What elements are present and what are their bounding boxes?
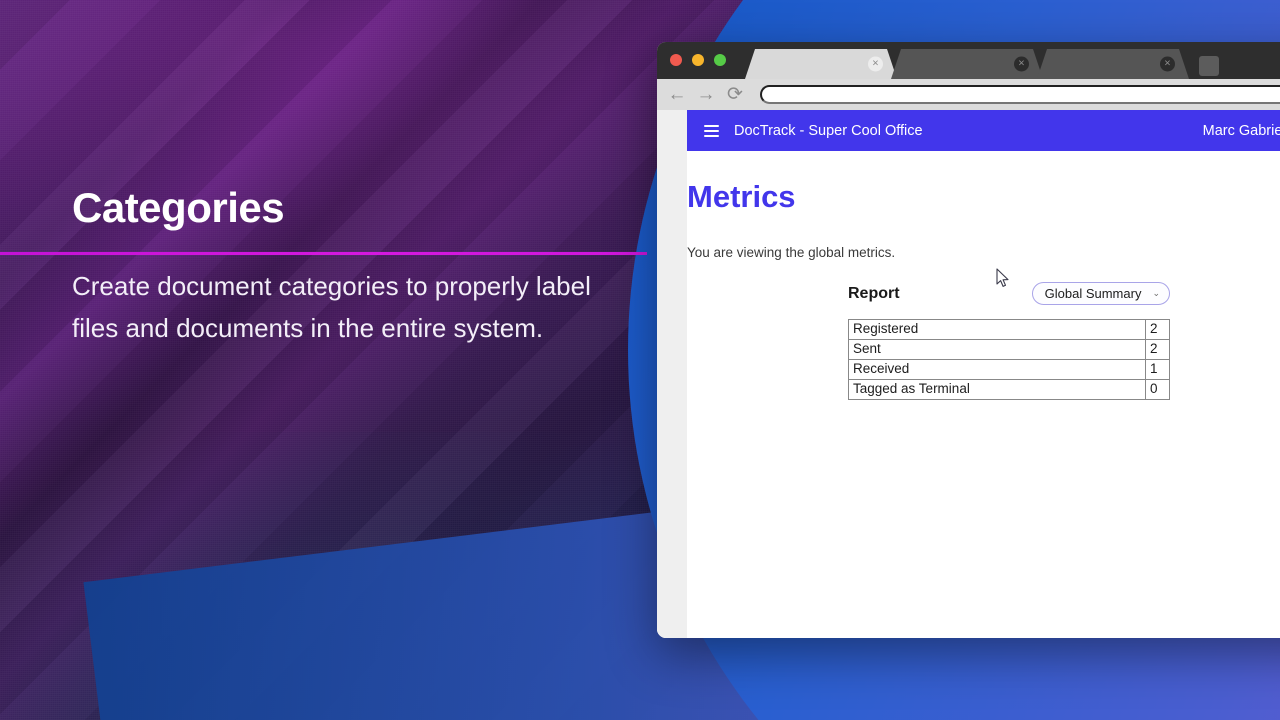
browser-window: × × × ← → ⟳ DocTrack - Super Cool Office… (657, 42, 1280, 638)
slide-accent-rule (0, 252, 647, 255)
metric-label: Sent (848, 339, 1146, 360)
app-title: DocTrack - Super Cool Office (734, 122, 923, 139)
metrics-table-body: Registered 2 Sent 2 Received 1 Tagged as… (848, 319, 1170, 400)
metric-label: Received (848, 359, 1146, 380)
hamburger-icon[interactable] (704, 124, 719, 137)
maximize-window-button[interactable] (714, 54, 726, 66)
back-icon[interactable]: ← (667, 85, 687, 104)
browser-titlebar: × × × (657, 42, 1280, 79)
table-row: Sent 2 (848, 339, 1170, 360)
user-name[interactable]: Marc Gabriel Macara (1203, 123, 1280, 139)
address-bar[interactable] (760, 85, 1280, 104)
report-row: Report Global Summary ⌄ (848, 282, 1170, 305)
report-label: Report (848, 284, 900, 302)
metric-value: 2 (1145, 339, 1170, 360)
forward-icon[interactable]: → (696, 85, 716, 104)
metric-value: 2 (1145, 319, 1170, 340)
table-row: Received 1 (848, 359, 1170, 380)
table-row: Tagged as Terminal 0 (848, 379, 1170, 400)
close-icon[interactable]: × (868, 56, 883, 72)
report-select[interactable]: Global Summary ⌄ (1031, 282, 1170, 305)
close-icon[interactable]: × (1014, 56, 1029, 72)
metric-label: Tagged as Terminal (848, 379, 1146, 400)
browser-tab[interactable]: × (745, 49, 897, 79)
browser-toolbar: ← → ⟳ (657, 79, 1280, 110)
metric-label: Registered (848, 319, 1146, 340)
report-select-value: Global Summary (1044, 286, 1142, 301)
browser-tab[interactable]: × (891, 49, 1043, 79)
close-icon[interactable]: × (1160, 56, 1175, 72)
window-controls (670, 54, 726, 66)
page-content: Metrics You are viewing the global metri… (687, 151, 1280, 400)
browser-viewport: DocTrack - Super Cool Office Marc Gabrie… (657, 110, 1280, 638)
slide-headline: Categories (72, 184, 285, 231)
browser-tabstrip: × × × (745, 49, 1219, 79)
web-page: DocTrack - Super Cool Office Marc Gabrie… (687, 110, 1280, 638)
slide-text-block: Categories Create document categories to… (0, 184, 647, 349)
page-note: You are viewing the global metrics. (687, 245, 896, 260)
page-title: Metrics (687, 179, 796, 214)
chevron-down-icon: ⌄ (1152, 288, 1160, 298)
minimize-window-button[interactable] (692, 54, 704, 66)
page-left-rail (657, 110, 687, 638)
slide-subhead: Create document categories to properly l… (72, 271, 591, 343)
reload-icon[interactable]: ⟳ (725, 85, 745, 104)
app-header: DocTrack - Super Cool Office Marc Gabrie… (687, 110, 1280, 151)
close-window-button[interactable] (670, 54, 682, 66)
metric-value: 0 (1145, 379, 1170, 400)
screen: Categories Create document categories to… (0, 0, 1280, 720)
browser-tab[interactable]: × (1037, 49, 1189, 79)
metric-value: 1 (1145, 359, 1170, 380)
new-tab-button[interactable] (1199, 56, 1219, 76)
table-row: Registered 2 (848, 319, 1170, 340)
metrics-panel: Report Global Summary ⌄ Registered 2 Sen… (848, 282, 1170, 400)
metrics-table: Registered 2 Sent 2 Received 1 Tagged as… (848, 319, 1170, 400)
